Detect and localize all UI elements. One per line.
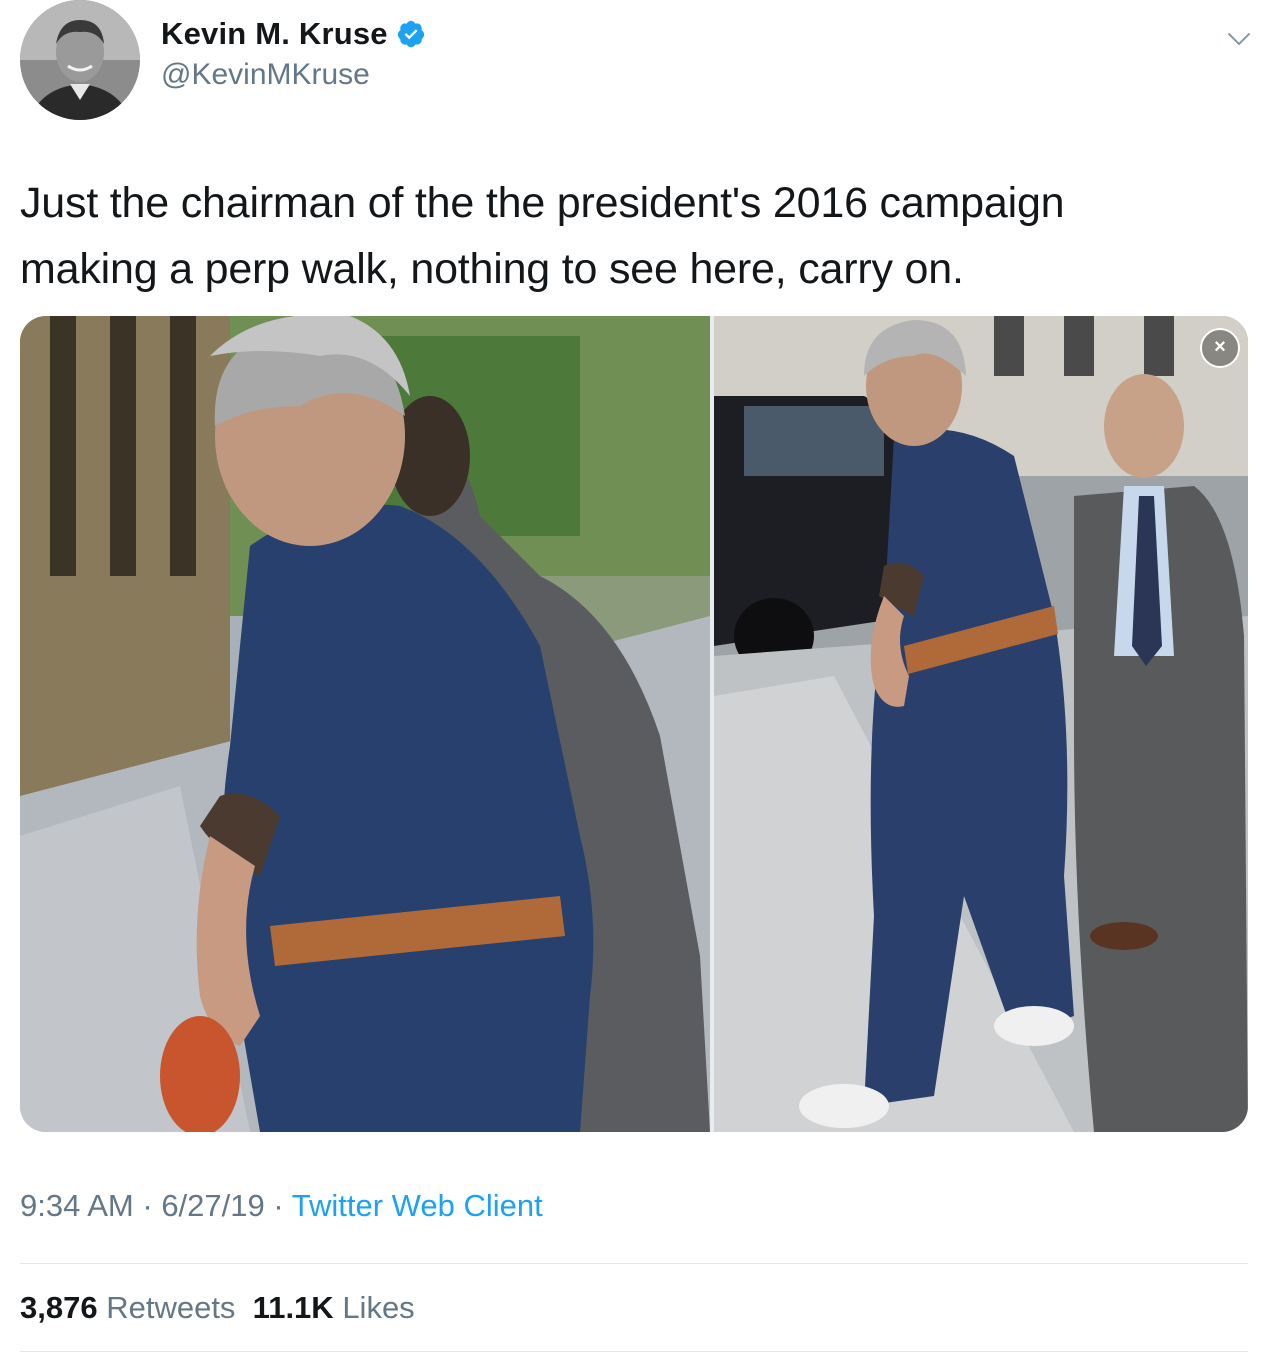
profile-photo-icon bbox=[20, 0, 140, 120]
chevron-down-icon[interactable] bbox=[1226, 26, 1252, 52]
tweet-client-link[interactable]: Twitter Web Client bbox=[292, 1188, 543, 1223]
verified-badge-icon bbox=[396, 19, 426, 49]
retweets-count: 3,876 bbox=[20, 1290, 98, 1325]
divider-top bbox=[20, 1263, 1248, 1264]
divider-bottom bbox=[20, 1351, 1248, 1352]
media-photo-2[interactable]: × bbox=[714, 316, 1248, 1132]
author-name-row[interactable]: Kevin M. Kruse bbox=[161, 14, 426, 54]
tweet-text: Just the chairman of the the president's… bbox=[20, 170, 1220, 302]
author-handle[interactable]: @KevinMKruse bbox=[161, 58, 370, 92]
likes-label: Likes bbox=[342, 1290, 415, 1325]
tweet-card: Kevin M. Kruse @KevinMKruse Just the cha… bbox=[0, 0, 1262, 1354]
tweet-stats: 3,876 Retweets 11.1K Likes bbox=[20, 1290, 415, 1326]
tweet-text-line-1: Just the chairman of the the president's… bbox=[20, 179, 1065, 227]
retweets-label: Retweets bbox=[106, 1290, 236, 1325]
meta-separator-2: · bbox=[264, 1188, 292, 1223]
media-photo-1[interactable] bbox=[20, 316, 710, 1132]
author-avatar[interactable] bbox=[20, 0, 140, 120]
retweets-stat[interactable]: 3,876 Retweets bbox=[20, 1290, 235, 1325]
tweet-text-line-2: making a perp walk, nothing to see here,… bbox=[20, 245, 964, 293]
tweet-media[interactable]: × bbox=[20, 316, 1248, 1132]
tweet-meta: 9:34 AM · 6/27/19 · Twitter Web Client bbox=[20, 1188, 543, 1224]
close-icon[interactable]: × bbox=[1200, 328, 1240, 368]
meta-separator-1: · bbox=[133, 1188, 162, 1223]
likes-count: 11.1K bbox=[252, 1290, 334, 1325]
likes-stat[interactable]: 11.1K Likes bbox=[253, 1290, 415, 1325]
author-display-name[interactable]: Kevin M. Kruse bbox=[161, 16, 388, 52]
tweet-date[interactable]: 6/27/19 bbox=[161, 1188, 264, 1223]
tweet-time[interactable]: 9:34 AM bbox=[20, 1188, 134, 1223]
